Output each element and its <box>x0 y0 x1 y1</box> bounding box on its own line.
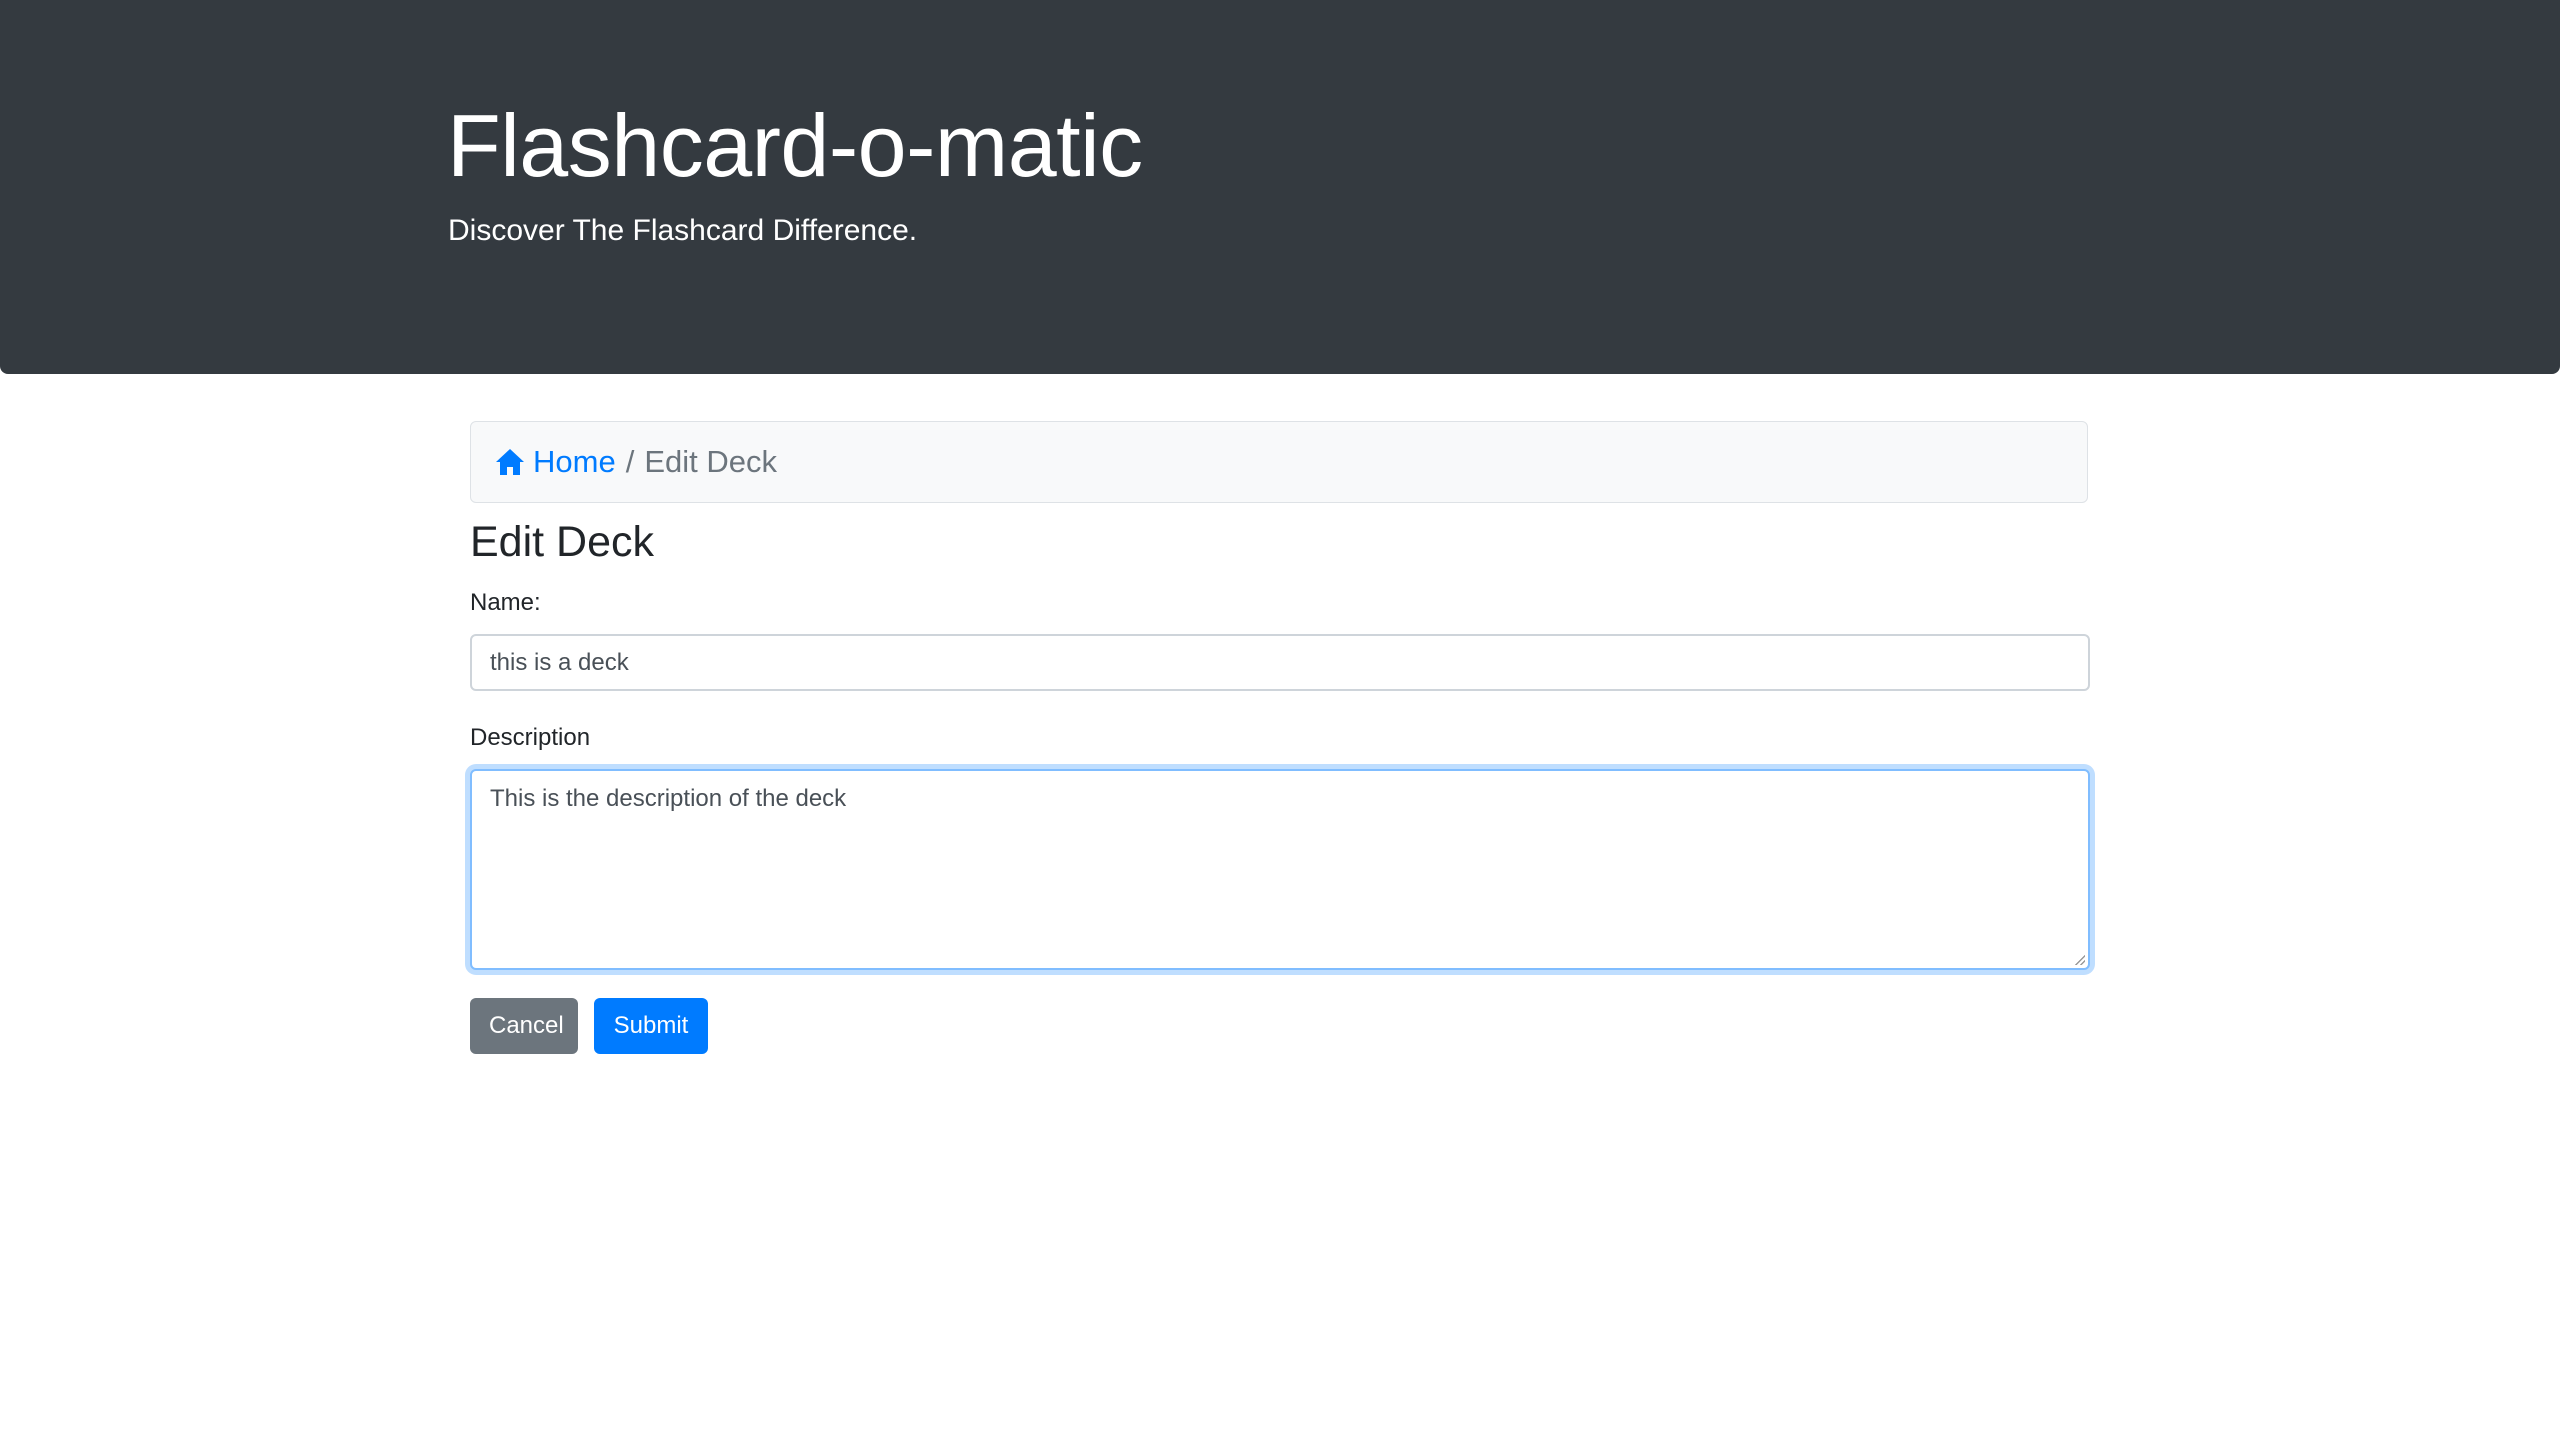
app-title: Flashcard-o-matic <box>447 96 1143 195</box>
cancel-button[interactable]: Cancel <box>470 998 578 1054</box>
breadcrumb: Home / Edit Deck <box>470 421 2088 503</box>
description-textarea[interactable]: This is the description of the deck <box>470 769 2090 970</box>
page-title: Edit Deck <box>470 518 655 566</box>
description-label: Description <box>470 724 591 751</box>
header-jumbotron: Flashcard-o-matic Discover The Flashcard… <box>0 0 2560 374</box>
resize-handle[interactable] <box>2075 955 2085 965</box>
name-input-value: this is a deck <box>490 648 629 676</box>
home-icon <box>496 449 524 475</box>
description-value: This is the description of the deck <box>490 785 847 812</box>
breadcrumb-current: Edit Deck <box>644 444 777 479</box>
breadcrumb-separator: / <box>625 444 635 479</box>
breadcrumb-home-label: Home <box>533 444 616 479</box>
name-label: Name: <box>470 589 541 616</box>
name-input[interactable]: this is a deck <box>470 634 2090 691</box>
breadcrumb-home-link[interactable]: Home <box>495 444 616 480</box>
submit-button[interactable]: Submit <box>594 998 708 1054</box>
app-tagline: Discover The Flashcard Difference. <box>448 214 918 247</box>
